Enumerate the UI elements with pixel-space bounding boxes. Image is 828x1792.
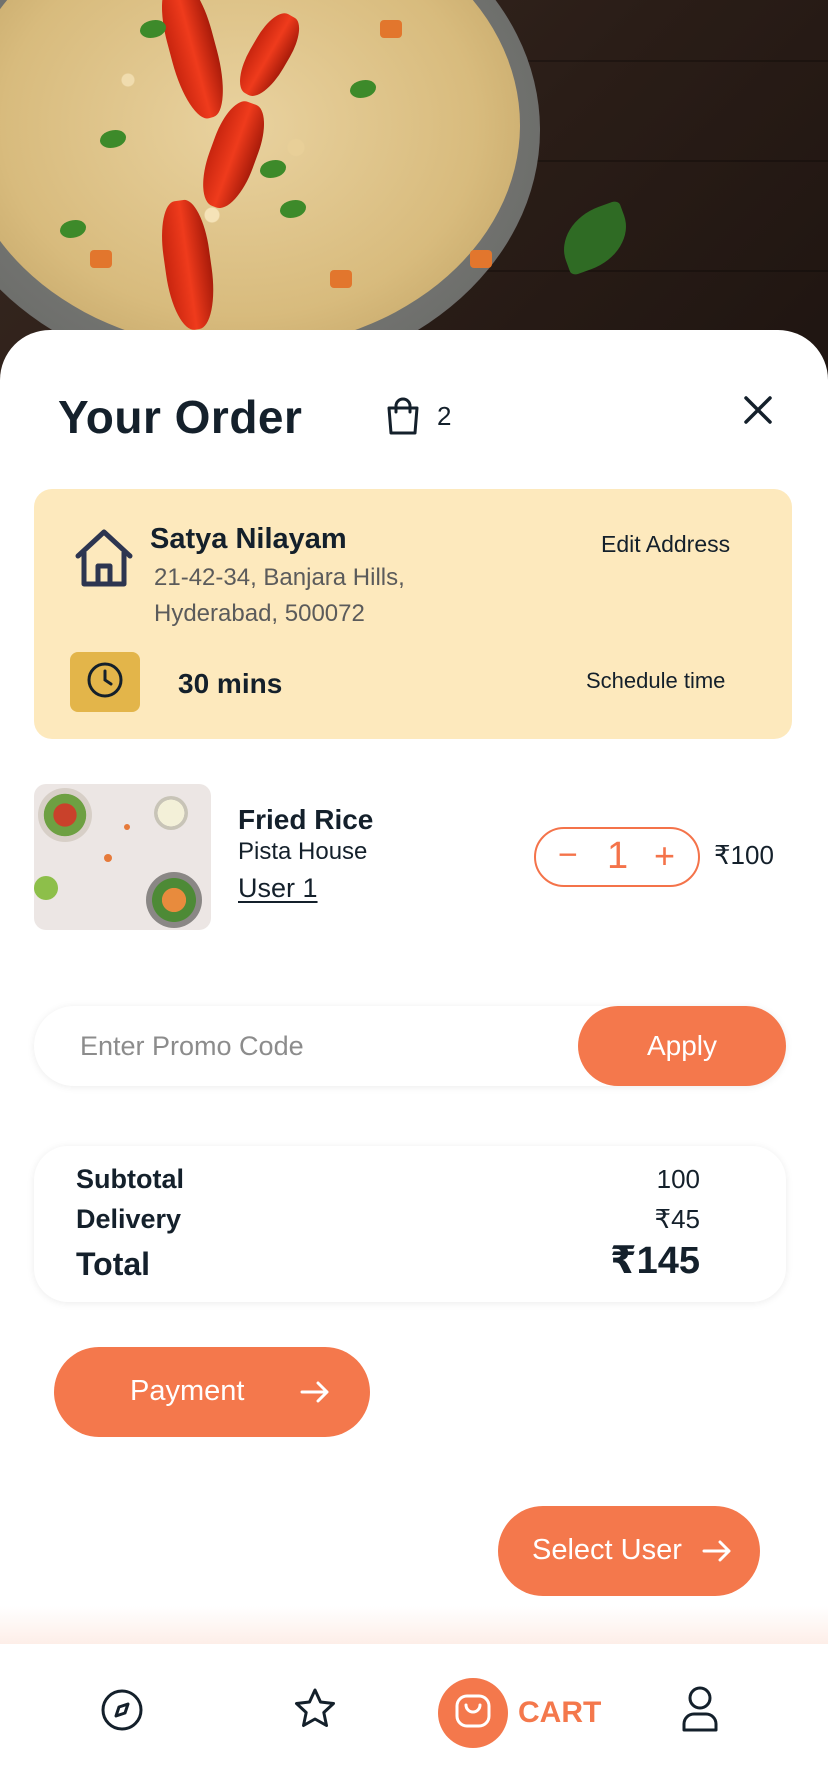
increase-quantity-button[interactable]: + xyxy=(654,835,675,877)
apply-button[interactable]: Apply xyxy=(578,1006,786,1086)
delivery-value: ₹45 xyxy=(654,1204,700,1234)
address-line-2: Hyderabad, 500072 xyxy=(154,600,365,627)
clock-icon xyxy=(86,661,124,704)
page-title: Your Order xyxy=(58,391,303,443)
order-summary: Subtotal 100 Delivery ₹45 Total ₹145 xyxy=(34,1146,786,1302)
decrease-quantity-button[interactable]: − xyxy=(558,836,578,875)
star-icon xyxy=(292,1688,338,1736)
promo-code-input[interactable] xyxy=(80,1026,560,1066)
delivery-eta: 30 mins xyxy=(178,668,283,699)
address-name: Satya Nilayam xyxy=(150,523,347,555)
item-user-link[interactable]: User 1 xyxy=(238,873,318,904)
arrow-right-icon xyxy=(702,1540,732,1565)
address-card xyxy=(34,489,792,739)
close-icon[interactable] xyxy=(740,392,776,428)
hero-food-image xyxy=(0,0,828,380)
delivery-label: Delivery xyxy=(76,1204,182,1234)
user-icon xyxy=(680,1686,720,1738)
payment-button-label: Payment xyxy=(130,1375,245,1407)
item-name: Fried Rice xyxy=(238,804,374,835)
nav-fade-divider xyxy=(0,1606,828,1644)
schedule-time-link[interactable]: Schedule time xyxy=(586,668,725,694)
nav-profile[interactable] xyxy=(680,1684,720,1734)
total-label: Total xyxy=(76,1246,151,1282)
compass-icon xyxy=(100,1689,144,1736)
bottom-navigation: CART xyxy=(0,1644,828,1792)
select-user-button[interactable]: Select User xyxy=(498,1506,760,1596)
address-line-1: 21-42-34, Banjara Hills, xyxy=(154,564,405,591)
total-value: ₹145 xyxy=(610,1240,700,1282)
quantity-stepper: − 1 + xyxy=(534,827,700,887)
nav-favorites[interactable] xyxy=(292,1686,338,1732)
arrow-right-icon xyxy=(300,1381,330,1406)
subtotal-value: 100 xyxy=(656,1164,700,1194)
nav-cart-label: CART xyxy=(518,1696,602,1729)
nav-cart[interactable]: CART xyxy=(438,1678,602,1748)
cart-count-badge: 2 xyxy=(437,401,452,431)
subtotal-label: Subtotal xyxy=(76,1164,184,1194)
item-price: ₹100 xyxy=(714,840,774,870)
item-image xyxy=(34,784,211,930)
item-vendor: Pista House xyxy=(238,838,368,865)
select-user-button-label: Select User xyxy=(532,1534,682,1566)
home-icon xyxy=(74,528,134,588)
clock-badge xyxy=(70,652,140,712)
cart-icon-badge xyxy=(438,1678,508,1748)
shopping-bag-icon xyxy=(384,396,422,436)
cart-icon xyxy=(453,1691,493,1736)
nav-explore[interactable] xyxy=(100,1688,144,1732)
quantity-value: 1 xyxy=(607,835,629,877)
payment-button[interactable]: Payment xyxy=(54,1347,370,1437)
promo-code-bar: Apply xyxy=(34,1006,786,1086)
edit-address-link[interactable]: Edit Address xyxy=(601,531,730,558)
